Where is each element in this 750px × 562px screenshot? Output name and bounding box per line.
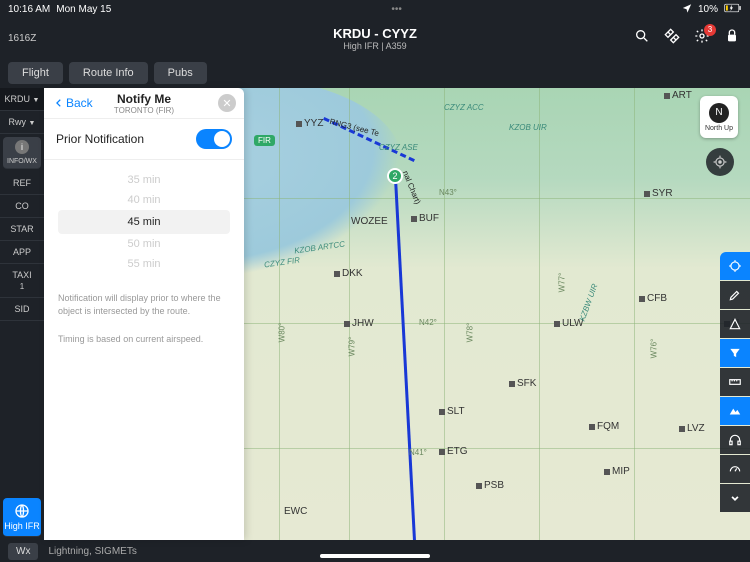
settings-icon[interactable]: 3 bbox=[694, 28, 710, 49]
lat-label: N41° bbox=[409, 448, 427, 457]
map-label: LVZ bbox=[679, 423, 705, 434]
tabs-row: Flight Route Info Pubs bbox=[0, 58, 750, 88]
lon-label: W80° bbox=[277, 323, 286, 343]
map-label: JHW bbox=[344, 318, 374, 329]
back-button[interactable]: Back bbox=[54, 96, 93, 110]
time-picker[interactable]: 35 min 40 min 45 min 50 min 55 min bbox=[44, 160, 244, 284]
lon-label: W79° bbox=[347, 337, 356, 357]
tool-headset-icon[interactable] bbox=[720, 426, 750, 454]
home-indicator bbox=[320, 554, 430, 558]
tool-gauge-icon[interactable] bbox=[720, 455, 750, 483]
battery-icon bbox=[724, 3, 742, 16]
lon-label: W77° bbox=[557, 273, 566, 293]
tool-ruler-icon[interactable] bbox=[720, 368, 750, 396]
footer-bar: Wx Lightning, SIGMETs bbox=[0, 540, 750, 562]
sidebar-rwy[interactable]: Rwy ▼ bbox=[0, 111, 44, 134]
status-date: Mon May 15 bbox=[56, 4, 111, 15]
status-time: 10:16 AM bbox=[8, 4, 50, 15]
map-label: SYR bbox=[644, 188, 673, 199]
toggle-label: Prior Notification bbox=[56, 132, 144, 146]
tool-collapse-icon[interactable] bbox=[720, 484, 750, 512]
map-label: DKK bbox=[334, 268, 363, 279]
picker-option[interactable]: 35 min bbox=[44, 170, 244, 190]
sidebar-taxi[interactable]: TAXI 1 bbox=[0, 264, 44, 298]
sidebar-co[interactable]: CO bbox=[0, 195, 44, 218]
tool-edit-icon[interactable] bbox=[720, 281, 750, 309]
panel-note: Notification will display prior to where… bbox=[44, 284, 244, 325]
compass-icon: N bbox=[709, 103, 729, 123]
tool-filter-icon[interactable] bbox=[720, 339, 750, 367]
sidebar-infowx[interactable]: i INFO/WX bbox=[3, 137, 41, 169]
picker-option[interactable]: 40 min bbox=[44, 190, 244, 210]
map-label: PSB bbox=[476, 480, 504, 491]
app-header: 1616Z KRDU - CYYZ High IFR | A359 3 bbox=[0, 18, 750, 58]
sidebar-high-ifr[interactable]: High IFR bbox=[3, 498, 41, 537]
search-icon[interactable] bbox=[634, 28, 650, 49]
tab-route-info[interactable]: Route Info bbox=[69, 62, 148, 84]
fir-label: CZYZ ASE bbox=[379, 143, 418, 152]
route-subtitle: High IFR | A359 bbox=[333, 41, 417, 51]
sidebar-app[interactable]: APP bbox=[0, 241, 44, 264]
fir-label: KZOB UIR bbox=[509, 123, 547, 132]
route-title: KRDU - CYYZ bbox=[333, 26, 417, 41]
fir-label: CZYZ ACC bbox=[444, 103, 484, 112]
lon-label: W76° bbox=[649, 339, 658, 359]
lon-label: W78° bbox=[465, 323, 474, 343]
tab-flight[interactable]: Flight bbox=[8, 62, 63, 84]
tool-target-icon[interactable] bbox=[720, 252, 750, 280]
zulu-time: 1616Z bbox=[8, 33, 36, 44]
sidebar-airport[interactable]: KRDU ▼ bbox=[0, 88, 44, 111]
sidebar-ref[interactable]: REF bbox=[0, 172, 44, 195]
picker-option-selected[interactable]: 45 min bbox=[58, 210, 230, 234]
wx-button[interactable]: Wx bbox=[8, 543, 38, 560]
map-label: WOZEE bbox=[351, 216, 388, 227]
map-label: SLT bbox=[439, 406, 465, 417]
prior-notification-toggle[interactable] bbox=[196, 129, 232, 149]
map-label: EWC bbox=[284, 506, 307, 517]
picker-option[interactable]: 50 min bbox=[44, 234, 244, 254]
notify-me-panel: Back Notify Me TORONTO (FIR) ✕ Prior Not… bbox=[44, 88, 244, 540]
globe-icon bbox=[14, 503, 30, 519]
map-label: ETG bbox=[439, 446, 468, 457]
tool-triangle-icon[interactable] bbox=[720, 310, 750, 338]
sidebar-star[interactable]: STAR bbox=[0, 218, 44, 241]
picker-option[interactable]: 55 min bbox=[44, 254, 244, 274]
map-label: BUF bbox=[411, 213, 439, 224]
map-label: FQM bbox=[589, 421, 619, 432]
tool-terrain-icon[interactable] bbox=[720, 397, 750, 425]
map-label: CFB bbox=[639, 293, 667, 304]
status-dots: ••• bbox=[391, 4, 402, 15]
settings-badge: 3 bbox=[704, 24, 716, 36]
waypoint-marker[interactable]: 2 bbox=[387, 168, 403, 184]
close-icon[interactable]: ✕ bbox=[218, 94, 236, 112]
tab-pubs[interactable]: Pubs bbox=[154, 62, 207, 84]
locate-button[interactable] bbox=[706, 148, 734, 176]
lock-icon[interactable] bbox=[724, 28, 740, 49]
sidebar-sid[interactable]: SID bbox=[0, 298, 44, 321]
info-icon: i bbox=[15, 140, 29, 154]
fir-badge: FIR bbox=[254, 135, 275, 146]
status-bar: 10:16 AM Mon May 15 ••• 10% bbox=[0, 0, 750, 18]
map-label: MIP bbox=[604, 466, 630, 477]
footer-layers: Lightning, SIGMETs bbox=[48, 546, 136, 557]
map-label: SFK bbox=[509, 378, 536, 389]
left-sidebar: KRDU ▼ Rwy ▼ i INFO/WX REF CO STAR APP T… bbox=[0, 88, 44, 540]
north-up-button[interactable]: N North Up bbox=[700, 96, 738, 138]
map-label: ART bbox=[664, 90, 692, 101]
map-label: YYZ bbox=[296, 118, 323, 129]
battery-pct: 10% bbox=[698, 4, 718, 15]
map-tools bbox=[720, 252, 750, 513]
lat-label: N42° bbox=[419, 318, 437, 327]
satellite-icon[interactable] bbox=[664, 28, 680, 49]
location-icon bbox=[682, 3, 692, 16]
lat-label: N43° bbox=[439, 188, 457, 197]
panel-note: Timing is based on current airspeed. bbox=[44, 325, 244, 354]
